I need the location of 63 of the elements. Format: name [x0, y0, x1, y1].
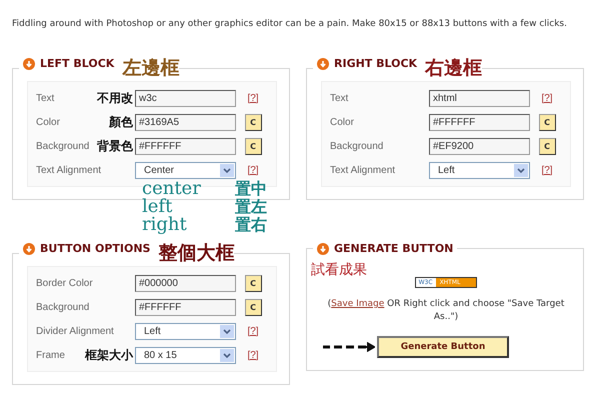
field-label: Text Alignment	[330, 164, 396, 176]
annotation: 不用改	[97, 90, 133, 106]
help-link[interactable]: [?]	[247, 164, 259, 176]
dropdown[interactable]: 80 x 15	[135, 346, 236, 364]
help-link[interactable]: [?]	[541, 92, 553, 104]
generate-button[interactable]: Generate Button	[377, 336, 509, 358]
help-link[interactable]: [?]	[541, 164, 553, 176]
field-label: Divider Alignment	[36, 326, 114, 336]
annotation: 框架大小	[85, 346, 133, 364]
annotation: 置中	[234, 180, 267, 198]
text-field[interactable]: xhtml	[429, 90, 530, 106]
annotation: left	[142, 198, 172, 216]
field-label: Text	[36, 92, 54, 104]
dropdown[interactable]: Left	[429, 162, 530, 178]
panel-title: GENERATE BUTTON	[334, 242, 454, 255]
field-label: Border Color	[36, 278, 93, 288]
text-field[interactable]: #FFFFFF	[135, 138, 236, 154]
text-field[interactable]: #FFFFFF	[135, 298, 236, 316]
text-field[interactable]: w3c	[135, 90, 236, 106]
color-picker-button[interactable]: C	[244, 114, 262, 130]
annotation: 背景色	[97, 138, 133, 154]
dropdown[interactable]: Left	[135, 322, 236, 340]
color-picker-button[interactable]: C	[538, 138, 556, 154]
text-field[interactable]: #EF9200	[429, 138, 530, 154]
text-field[interactable]: #FFFFFF	[429, 114, 530, 130]
annotation: 左邊框	[122, 57, 180, 79]
annotation: 顏色	[109, 114, 133, 130]
annotation: 置右	[234, 216, 267, 234]
color-picker-button[interactable]: C	[538, 114, 556, 130]
down-arrow-icon[interactable]	[317, 242, 329, 254]
field-label: Background	[36, 302, 90, 312]
field-label: Color	[36, 116, 60, 128]
dropdown[interactable]: Center	[135, 162, 236, 178]
color-picker-button[interactable]: C	[244, 138, 262, 154]
save-image-link[interactable]: Save Image	[331, 299, 384, 309]
field-label: Color	[330, 116, 354, 128]
field-label: Background	[36, 140, 90, 152]
help-link[interactable]: [?]	[247, 326, 259, 336]
color-picker-button[interactable]: C	[244, 274, 262, 292]
color-picker-button[interactable]: C	[244, 298, 262, 316]
help-link[interactable]: [?]	[247, 92, 259, 104]
dashed-arrow-icon	[323, 342, 375, 352]
field-label: Background	[330, 140, 384, 152]
save-hint: (Save Image OR Right click and choose "Save Target As..")	[326, 298, 566, 324]
text-field[interactable]: #3169A5	[135, 114, 236, 130]
text-field[interactable]: #000000	[135, 274, 236, 292]
help-link[interactable]: [?]	[247, 350, 259, 360]
annotation: center	[142, 180, 201, 198]
panel-title: BUTTON OPTIONS	[40, 242, 150, 255]
field-label: Text	[330, 92, 348, 104]
annotation: 整個大框	[158, 242, 234, 264]
annotation: 右邊框	[425, 57, 482, 79]
down-arrow-icon[interactable]	[317, 58, 329, 70]
panel-title: LEFT BLOCK	[40, 57, 114, 70]
panel-title: RIGHT BLOCK	[334, 57, 418, 70]
annotation: right	[142, 216, 188, 234]
intro-text: Fiddling around with Photoshop or any other graphics editor can be a pain. Make 80x15 or 88x13 buttons with a few clicks.	[12, 19, 568, 29]
field-label: Text Alignment	[36, 164, 102, 176]
annotation: 試看成果	[311, 261, 368, 279]
down-arrow-icon[interactable]	[23, 58, 35, 70]
field-label: Frame	[36, 350, 65, 360]
annotation: 置左	[234, 198, 267, 216]
down-arrow-icon[interactable]	[23, 242, 35, 254]
